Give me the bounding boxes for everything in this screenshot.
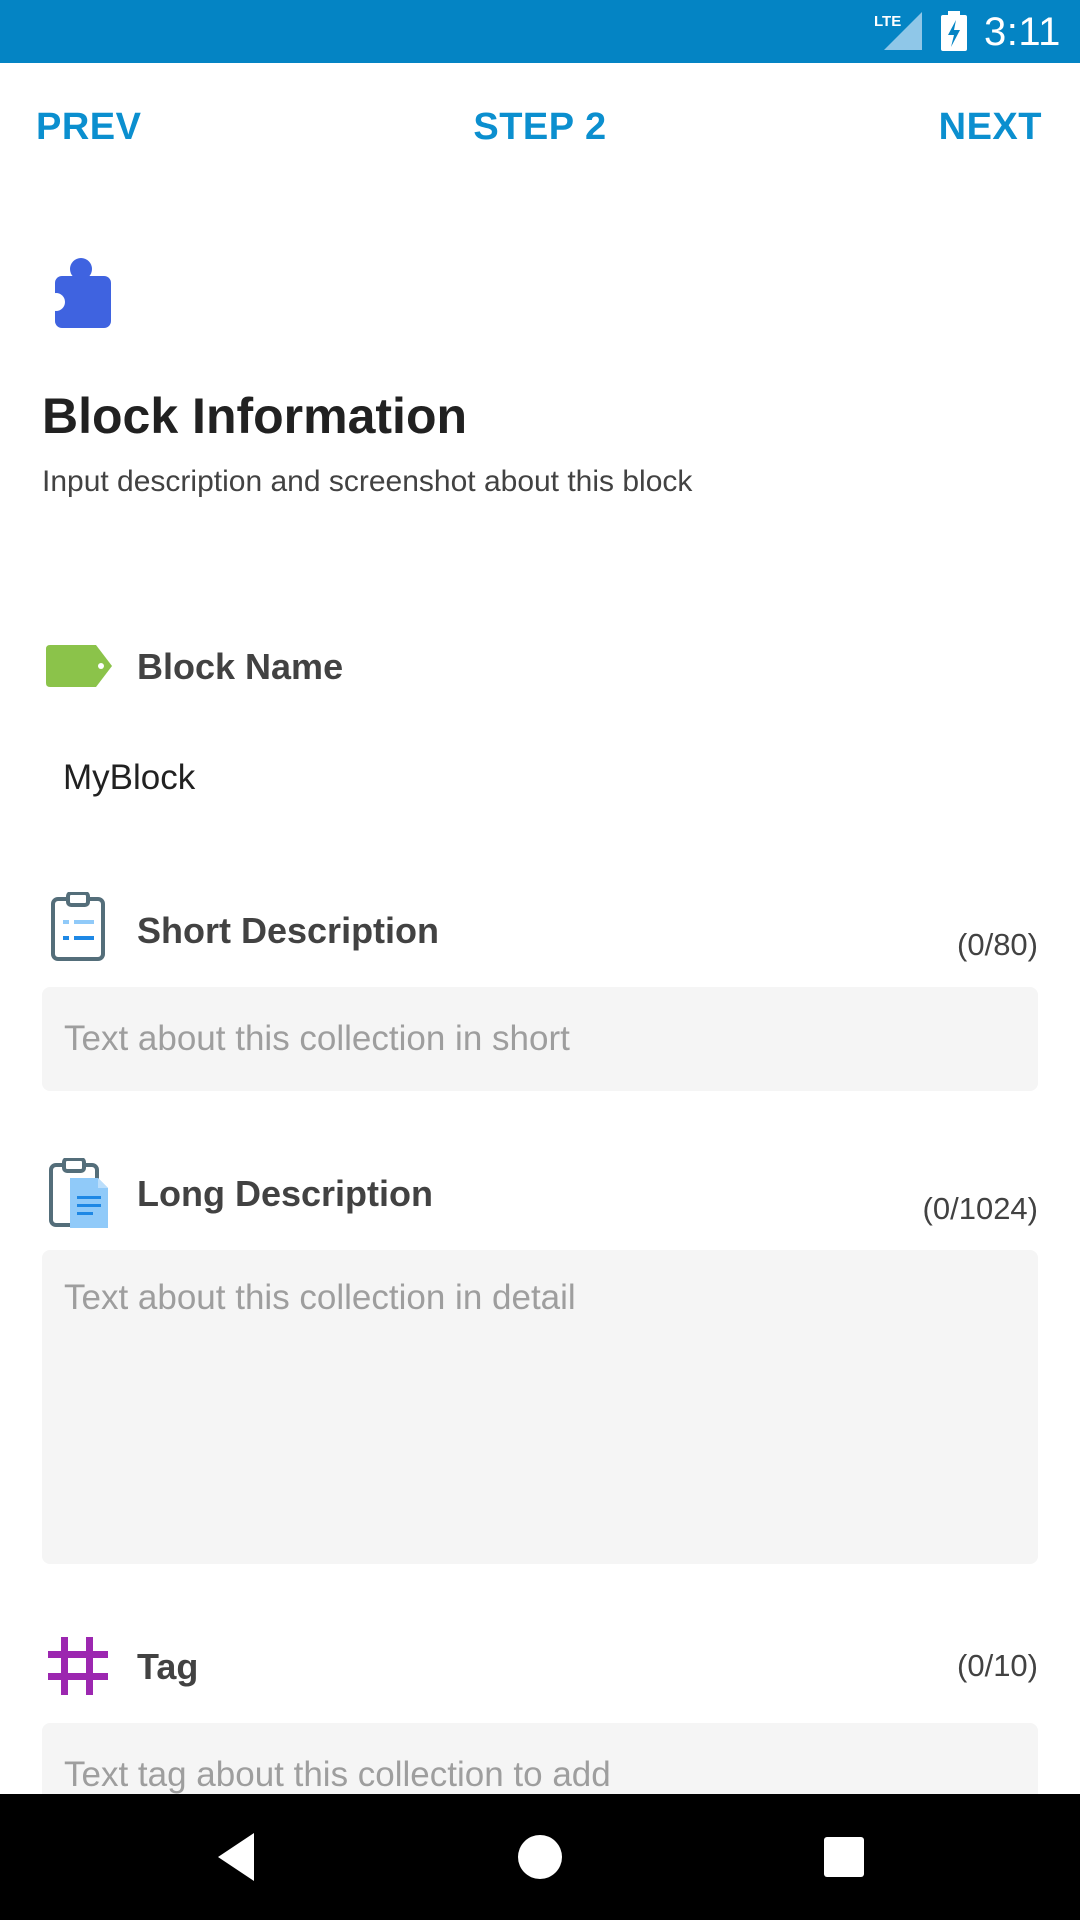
back-icon[interactable] [204,1825,268,1889]
status-bar: LTE 3:11 [0,0,1080,63]
system-navigation-bar [0,1794,1080,1920]
long-description-counter: (0/1024) [922,1191,1038,1226]
home-icon[interactable] [508,1825,572,1889]
clipboard-list-icon [51,892,105,961]
long-description-label: Long Description [137,1173,433,1214]
block-name-label: Block Name [137,646,344,687]
hashtag-icon [48,1637,108,1695]
battery-charging-icon [941,11,967,51]
tag-label: Tag [137,1646,199,1687]
page-subtitle: Input description and screenshot about t… [42,465,693,498]
next-button[interactable]: NEXT [939,99,1042,155]
lte-signal-icon: LTE [874,12,922,50]
short-description-label: Short Description [137,910,440,951]
clipboard-document-icon [49,1158,108,1228]
tag-icon [46,645,112,687]
recents-icon[interactable] [812,1825,876,1889]
puzzle-piece-icon [50,258,111,328]
short-description-counter: (0/80) [957,927,1038,962]
network-type-label: LTE [874,13,901,30]
tag-counter: (0/10) [957,1648,1038,1683]
step-navigation: STEP 2 PREV NEXT [0,63,1080,191]
block-name-value[interactable]: MyBlock [63,755,195,801]
short-description-input[interactable] [42,987,1038,1091]
status-time: 3:11 [984,10,1061,54]
step-indicator: STEP 2 [473,106,607,148]
page-title: Block Information [42,388,468,444]
long-description-input[interactable] [42,1250,1038,1564]
prev-button[interactable]: PREV [36,99,141,155]
